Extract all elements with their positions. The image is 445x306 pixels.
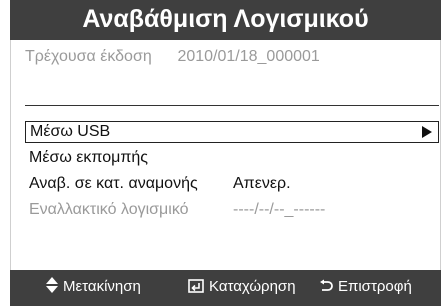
footer-hints: Μετακίνηση Καταχώρηση Επιστροφή [10,270,441,306]
current-version-row: Τρέχουσα έκδοση 2010/01/18_000001 [25,48,320,66]
option-label: Εναλλακτικό λογισμικό [29,201,189,218]
hint-enter: Καταχώρηση [188,270,296,304]
option-via-usb[interactable]: Μέσω USB [25,121,439,143]
option-label: Μέσω εκπομπής [29,149,148,166]
hint-enter-label: Καταχώρηση [209,278,296,295]
enter-icon [188,270,204,304]
option-label: Αναβ. σε κατ. αναμονής [29,175,198,192]
hint-move-label: Μετακίνηση [63,278,141,295]
current-version-value: 2010/01/18_000001 [177,48,320,65]
option-label: Μέσω USB [30,123,111,140]
hint-return: Επιστροφή [319,270,412,304]
menu-panel: Τρέχουσα έκδοση 2010/01/18_000001 Μέσω U… [10,40,441,270]
option-value: Απενερ. [233,175,291,192]
option-standby-upgrade[interactable]: Αναβ. σε κατ. αναμονής Απενερ. [25,173,439,195]
right-arrow-icon [422,126,432,138]
divider [25,105,439,106]
option-via-broadcast[interactable]: Μέσω εκπομπής [25,147,439,169]
menu-title: Αναβάθμιση Λογισμικού [10,0,441,40]
hint-move: Μετακίνηση [46,270,141,304]
software-upgrade-menu: Αναβάθμιση Λογισμικού Τρέχουσα έκδοση 20… [10,0,441,306]
hint-return-label: Επιστροφή [338,278,412,295]
up-down-arrows-icon [46,277,58,293]
return-icon [319,270,333,304]
current-version-label: Τρέχουσα έκδοση [25,48,152,65]
option-value: ----/--/--_------ [233,201,326,218]
option-alternative-software: Εναλλακτικό λογισμικό ----/--/--_------ [25,199,439,221]
